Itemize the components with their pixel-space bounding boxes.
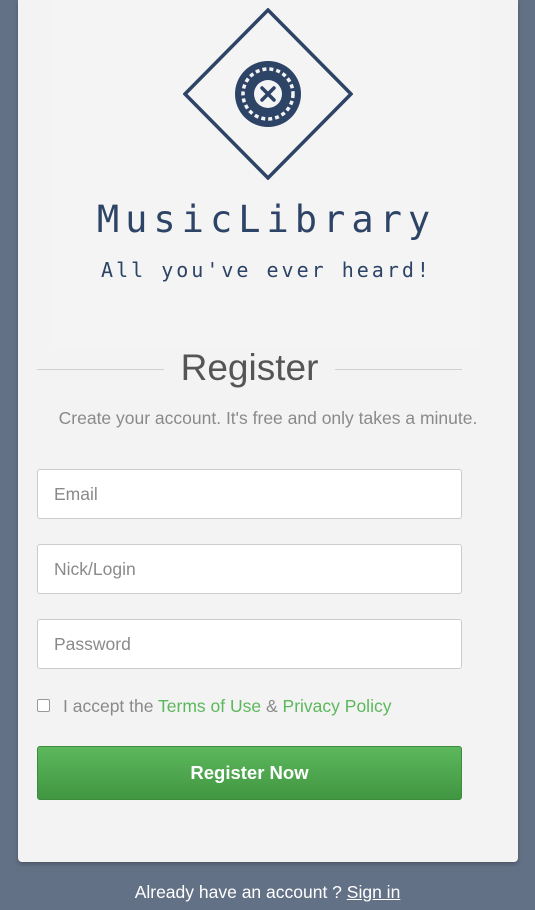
signin-footer: Already have an account ? Sign in [0, 882, 535, 903]
register-subtitle: Create your account. It's free and only … [58, 408, 478, 428]
password-field[interactable] [37, 619, 462, 669]
terms-checkbox[interactable] [37, 699, 50, 712]
register-card: MusicLibrary All you've ever heard! [18, 0, 518, 862]
vinyl-record-x-icon [183, 8, 353, 180]
heading-divider-right [335, 369, 462, 370]
brand-tagline: All you've ever heard! [101, 258, 432, 282]
logo-panel: MusicLibrary All you've ever heard! [53, 0, 480, 348]
signin-prompt: Already have an account ? [134, 882, 342, 902]
terms-ampersand: & [265, 696, 278, 716]
terms-prefix: I accept the [63, 696, 154, 716]
terms-label: I accept the Terms of Use & Privacy Poli… [63, 696, 391, 717]
login-field[interactable] [37, 544, 462, 594]
register-now-button[interactable]: Register Now [37, 746, 462, 800]
privacy-policy-link[interactable]: Privacy Policy [283, 696, 392, 716]
terms-of-use-link[interactable]: Terms of Use [158, 696, 261, 716]
brand-name: MusicLibrary [96, 198, 437, 241]
email-field[interactable] [37, 469, 462, 519]
page-title: Register [180, 347, 319, 388]
register-heading-row: Register [37, 344, 462, 394]
signin-link[interactable]: Sign in [347, 882, 401, 902]
